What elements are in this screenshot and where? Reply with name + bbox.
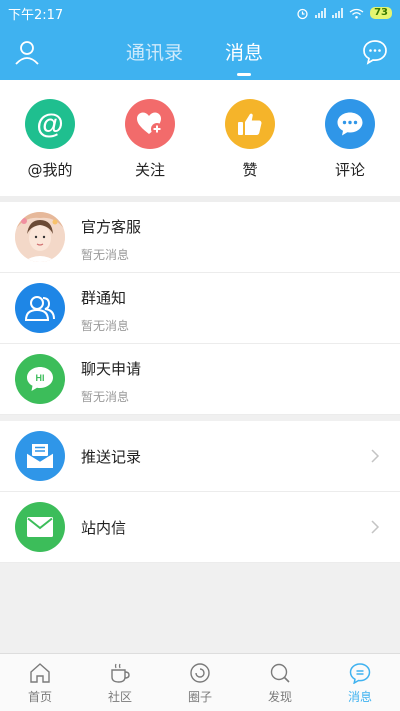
quick-follow-label: 关注: [134, 161, 165, 179]
quick-actions: @ @我的 关注 赞 评论: [0, 80, 400, 196]
signal-icon: [315, 8, 327, 18]
chevron-right-icon: [371, 520, 380, 534]
inbox-icon: [15, 431, 65, 481]
quick-like[interactable]: 赞: [220, 99, 280, 180]
list-item-official-service[interactable]: 官方客服 暂无消息: [0, 202, 400, 273]
tab-indicator: [237, 73, 251, 76]
message-icon: [349, 663, 371, 684]
heart-plus-icon: [125, 99, 175, 149]
home-icon: [30, 663, 50, 683]
quick-comment-label: 评论: [334, 161, 365, 179]
list-item-subtitle: 暂无消息: [81, 390, 130, 404]
quick-comment[interactable]: 评论: [320, 99, 380, 180]
list-item-title: 站内信: [81, 519, 127, 537]
signal-icon-2: [332, 8, 344, 18]
person-icon[interactable]: [14, 39, 40, 65]
thumbs-up-icon: [225, 99, 275, 149]
bottom-nav: 首页 社区 圈子 发现 消息: [0, 653, 400, 711]
search-icon: [270, 663, 290, 683]
list-item-subtitle: 暂无消息: [81, 248, 130, 262]
cup-icon: [111, 663, 130, 683]
status-bar: 下午2:17 73: [0, 0, 400, 26]
list-item-title: 群通知: [81, 289, 127, 307]
status-time: 下午2:17: [8, 7, 64, 23]
nav-messages-label: 消息: [347, 690, 372, 704]
list-item-title: 推送记录: [81, 448, 142, 466]
list-item-title: 聊天申请: [81, 360, 142, 378]
quick-follow[interactable]: 关注: [120, 99, 180, 180]
at-icon: @: [25, 99, 75, 149]
avatar: [15, 212, 65, 262]
quick-at-me[interactable]: @ @我的: [20, 99, 80, 180]
nav-community-label: 社区: [107, 690, 132, 704]
nav-community[interactable]: 社区: [80, 654, 160, 711]
nav-discover[interactable]: 发现: [240, 654, 320, 711]
tab-messages[interactable]: 消息: [225, 26, 263, 80]
list-item-site-mail[interactable]: 站内信: [0, 492, 400, 563]
list-item-group-notice[interactable]: 群通知 暂无消息: [0, 273, 400, 344]
hi-text: HI: [36, 373, 45, 383]
wifi-icon: [349, 8, 364, 19]
group-icon: [15, 283, 65, 333]
list-item-title: 官方客服: [81, 218, 142, 236]
chat-bubble-icon[interactable]: [362, 39, 388, 65]
comment-icon: [325, 99, 375, 149]
hi-bubble-icon: HI: [15, 354, 65, 404]
quick-like-label: 赞: [242, 161, 258, 179]
tab-contacts[interactable]: 通讯录: [126, 26, 183, 80]
nav-home-label: 首页: [27, 690, 52, 704]
nav-circle-label: 圈子: [187, 690, 212, 704]
list-item-push-records[interactable]: 推送记录: [0, 421, 400, 492]
battery-badge: 73: [370, 7, 392, 19]
list-item-subtitle: 暂无消息: [81, 319, 130, 333]
nav-circle[interactable]: 圈子: [160, 654, 240, 711]
mail-icon: [15, 502, 65, 552]
nav-home[interactable]: 首页: [0, 654, 80, 711]
nav-messages[interactable]: 消息: [320, 654, 400, 711]
top-header: 通讯录 消息: [0, 26, 400, 80]
list-item-chat-request[interactable]: HI 聊天申请 暂无消息: [0, 344, 400, 415]
quick-at-me-label: @我的: [27, 161, 73, 179]
circle-icon: [190, 663, 210, 683]
chevron-right-icon: [371, 449, 380, 463]
message-list: 官方客服 暂无消息 群通知 暂无消息 HI 聊天申请 暂无消息 推送记录 站内信: [0, 202, 400, 563]
alarm-icon: [297, 8, 308, 19]
nav-discover-label: 发现: [267, 690, 292, 704]
